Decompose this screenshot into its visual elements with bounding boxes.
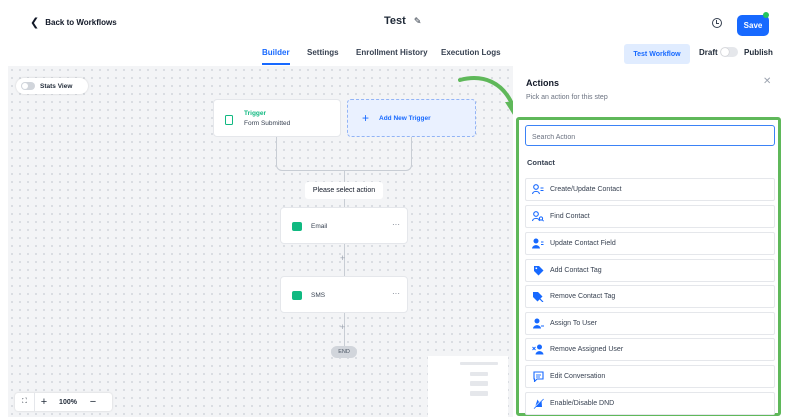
stats-view-toggle[interactable]: Stats View (16, 78, 88, 94)
action-item-find-contact[interactable]: Find Contact (525, 205, 775, 228)
action-item-update-contact-field[interactable]: Update Contact Field (525, 232, 775, 255)
back-to-workflows-link[interactable]: ❮ Back to Workflows (30, 16, 117, 29)
search-action-field[interactable] (525, 125, 775, 147)
action-item-edit-conversation[interactable]: Edit Conversation (525, 365, 775, 388)
category-contact-heading: Contact (527, 158, 555, 167)
user-list-icon (526, 184, 550, 195)
toggle-switch-icon (21, 82, 35, 90)
trigger-subtitle: Form Submitted (244, 120, 291, 127)
action-item-label: Remove Contact Tag (550, 293, 616, 300)
chat-edit-icon (526, 371, 550, 382)
panel-title: Actions (526, 78, 560, 88)
user-edit-icon (526, 238, 550, 249)
select-action-label[interactable]: Please select action (305, 182, 383, 199)
top-bar: ❮ Back to Workflows Test ✎ Save (0, 0, 787, 40)
back-label: Back to Workflows (45, 18, 117, 27)
end-node: END (331, 346, 357, 358)
tab-builder[interactable]: Builder (262, 48, 290, 57)
trigger-node[interactable]: Trigger Form Submitted (213, 99, 341, 137)
email-action-node[interactable]: Email ··· (280, 207, 408, 244)
add-step-plus-icon[interactable]: + (340, 253, 345, 263)
action-item-label: Add Contact Tag (550, 267, 602, 274)
tab-settings[interactable]: Settings (307, 48, 339, 57)
email-icon (292, 222, 302, 231)
stats-view-label: Stats View (40, 82, 73, 90)
publish-label: Publish (744, 48, 773, 57)
chevron-left-icon: ❮ (30, 16, 40, 29)
panel-subtitle: Pick an action for this step (526, 94, 608, 101)
action-item-label: Update Contact Field (550, 240, 616, 247)
save-button[interactable]: Save (737, 15, 769, 36)
zoom-level: 100% (59, 398, 77, 406)
user-assign-icon (526, 318, 550, 329)
more-options-icon[interactable]: ··· (392, 220, 400, 229)
add-trigger-label: Add New Trigger (379, 115, 431, 122)
search-action-input[interactable] (526, 128, 774, 147)
zoom-in-button[interactable]: + (35, 393, 53, 411)
dnd-icon (526, 398, 550, 409)
minimap-node (470, 381, 488, 386)
action-item-label: Remove Assigned User (550, 346, 624, 353)
add-step-plus-icon[interactable]: + (340, 322, 345, 332)
action-item-enable-disable-dnd[interactable]: Enable/Disable DND (525, 392, 775, 415)
email-action-label: Email (311, 223, 328, 230)
clipboard-icon (225, 115, 233, 125)
minimap-node (470, 391, 488, 396)
sms-icon (292, 291, 302, 300)
fit-view-icon[interactable]: ⛶ (15, 393, 35, 411)
action-item-label: Assign To User (550, 320, 597, 327)
workflow-title[interactable]: Test ✎ (384, 15, 421, 27)
action-item-label: Find Contact (550, 213, 590, 220)
tag-remove-icon (526, 291, 550, 302)
tag-icon (526, 265, 550, 276)
trigger-title: Trigger (244, 110, 267, 117)
user-remove-icon (526, 344, 550, 355)
action-item-label: Enable/Disable DND (550, 400, 615, 407)
action-item-label: Edit Conversation (550, 373, 606, 380)
tab-execution-logs[interactable]: Execution Logs (441, 48, 501, 57)
history-clock-icon[interactable] (712, 18, 722, 28)
zoom-out-button[interactable]: − (83, 393, 103, 411)
action-item-label: Create/Update Contact (550, 186, 622, 193)
active-tab-indicator (262, 63, 290, 65)
action-item-create-update-contact[interactable]: Create/Update Contact (525, 178, 775, 201)
action-item-assign-to-user[interactable]: Assign To User (525, 312, 775, 335)
tab-enrollment-history[interactable]: Enrollment History (356, 48, 428, 57)
unsaved-indicator-dot (763, 12, 769, 18)
sms-action-label: SMS (311, 292, 326, 299)
action-item-remove-assigned-user[interactable]: Remove Assigned User (525, 338, 775, 361)
plus-icon: + (362, 111, 370, 125)
minimap-node (470, 372, 488, 376)
connector-line (344, 171, 345, 182)
user-search-icon (526, 211, 550, 222)
publish-toggle[interactable] (720, 47, 738, 57)
pencil-icon[interactable]: ✎ (414, 16, 422, 27)
workflow-title-text: Test (384, 15, 406, 27)
connector-line (344, 199, 345, 207)
sms-action-node[interactable]: SMS ··· (280, 276, 408, 313)
zoom-controls: ⛶ + 100% − (15, 393, 112, 411)
close-icon[interactable]: ✕ (763, 76, 771, 87)
action-item-add-contact-tag[interactable]: Add Contact Tag (525, 259, 775, 282)
workflow-builder: ❮ Back to Workflows Test ✎ Save Builder … (0, 0, 787, 417)
minimap[interactable] (428, 356, 508, 417)
minimap-node (460, 362, 498, 365)
more-options-icon[interactable]: ··· (392, 289, 400, 298)
draft-label: Draft (699, 48, 718, 57)
action-item-remove-contact-tag[interactable]: Remove Contact Tag (525, 285, 775, 308)
test-workflow-button[interactable]: Test Workflow (624, 44, 690, 64)
trigger-connector (276, 137, 412, 171)
